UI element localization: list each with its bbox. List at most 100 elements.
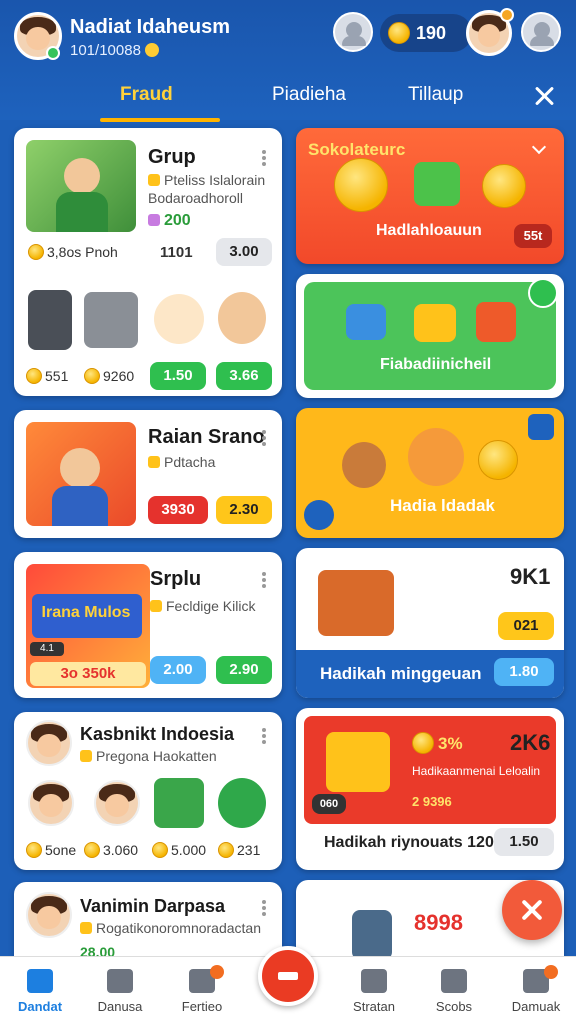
shield-icon xyxy=(218,778,266,828)
big-value: 8998 xyxy=(414,910,463,935)
stat-3: 5.000 xyxy=(152,842,206,858)
item-count-a: 551 xyxy=(26,368,68,384)
nav-scobs[interactable]: Scobs xyxy=(414,957,494,1024)
card-title: Vanimin Darpasa xyxy=(80,896,226,916)
card-caption: Hadikah minggeuan xyxy=(320,664,482,683)
nav-home[interactable]: Dandat xyxy=(0,957,80,1024)
user-id: 101/10088 xyxy=(70,42,159,59)
buy-button-2[interactable]: 3.66 xyxy=(216,362,272,390)
more-options-icon[interactable] xyxy=(262,150,266,166)
group-card[interactable]: Grup Pteliss Islalorain Bodaroadhoroll 2… xyxy=(14,128,282,396)
price-button-red[interactable]: 3930 xyxy=(148,496,208,524)
nav-damuak[interactable]: Damuak xyxy=(496,957,576,1024)
coin-icon xyxy=(388,22,410,44)
coin-icon xyxy=(28,244,44,260)
card-subtitle-2: Bodaroadhoroll xyxy=(148,190,243,206)
card-subtitle: Pdtacha xyxy=(148,454,215,470)
card-title: Raian Srano xyxy=(148,426,265,448)
coin-icon xyxy=(412,732,434,754)
hadikah-minggeuan-card[interactable]: 9K1 021 Hadikah minggeuan 1.80 xyxy=(296,548,564,698)
card-subtitle: Rogatikonoromnoradactan xyxy=(80,920,261,936)
close-icon[interactable] xyxy=(530,82,558,110)
kasbnikt-avatar xyxy=(26,720,72,766)
more-options-icon[interactable] xyxy=(262,430,266,446)
figure-icon xyxy=(352,910,392,960)
reward-amount: 2 9396 xyxy=(412,794,452,809)
more-options-icon[interactable] xyxy=(262,728,266,744)
notification-badge xyxy=(544,965,558,979)
tab-fraud[interactable]: Fraud xyxy=(120,84,173,106)
magnifier-icon xyxy=(414,162,460,206)
heart-icon[interactable] xyxy=(528,414,554,440)
tab-piadieha[interactable]: Piadieha xyxy=(272,84,346,106)
home-icon xyxy=(27,969,53,993)
more-options-icon[interactable] xyxy=(262,900,266,916)
card-title: Grup xyxy=(148,146,196,168)
coin-icon xyxy=(334,158,388,212)
claim-button[interactable]: 1.80 xyxy=(494,658,554,686)
check-icon xyxy=(528,278,558,308)
chevron-down-icon[interactable] xyxy=(531,139,547,155)
stat-1: 5one xyxy=(26,842,76,858)
chat-icon xyxy=(346,304,386,340)
card-title: Srplu xyxy=(150,568,202,590)
member-avatar-2 xyxy=(94,780,140,826)
smile-icon xyxy=(144,43,159,57)
raian-card[interactable]: Raian Srano Pdtacha 3930 2.30 xyxy=(14,410,282,538)
vanimin-avatar xyxy=(26,892,72,938)
claim-button[interactable]: 1.50 xyxy=(494,828,554,856)
sokolateurc-card[interactable]: Sokolateurc Hadlahloauun 55t xyxy=(296,128,564,264)
price-button-yellow[interactable]: 2.30 xyxy=(216,496,272,524)
treasure-chest-icon xyxy=(326,732,390,792)
card-caption: Hadia ldadak xyxy=(390,496,495,515)
cat-icon xyxy=(342,442,386,488)
stat-2: 3.060 xyxy=(84,842,138,858)
edit-icon[interactable] xyxy=(304,500,334,530)
tab-tillaup[interactable]: Tillaup xyxy=(408,84,463,106)
pet-icon xyxy=(361,969,387,993)
more-options-icon[interactable] xyxy=(262,572,266,588)
avatar-icon xyxy=(218,292,266,344)
machine-icon xyxy=(84,292,138,348)
member-avatar-1 xyxy=(28,780,74,826)
tab-indicator xyxy=(100,118,220,122)
card-caption: Fiabadiinicheil xyxy=(380,356,492,373)
gift-box-icon xyxy=(476,302,516,342)
nav-danusa[interactable]: Danusa xyxy=(80,957,160,1024)
price-button[interactable]: 3.00 xyxy=(216,238,272,266)
price-button-blue[interactable]: 2.00 xyxy=(150,656,206,684)
card-subtitle: Pteliss Islalorain xyxy=(148,172,265,188)
fiabadi-card[interactable]: Fiabadiinicheil xyxy=(296,274,564,398)
nav-stratan[interactable]: Stratan xyxy=(334,957,414,1024)
top-value: 9K1 xyxy=(510,564,551,589)
big-value: 2K6 xyxy=(510,730,551,755)
notification-badge xyxy=(210,965,224,979)
member-count: 1101 xyxy=(160,244,193,261)
card-title: Kasbnikt Indoesia xyxy=(80,724,235,744)
group-meta: 3,8os Pnoh xyxy=(28,244,118,260)
badge-icon xyxy=(154,778,204,828)
basket-icon xyxy=(318,570,394,636)
gold-bars-icon xyxy=(414,304,456,342)
price-tag: 021 xyxy=(498,612,554,640)
srplu-card[interactable]: Irana Mulos 4.1 3o 350k Srplu Fecldige K… xyxy=(14,552,282,698)
friends-button[interactable] xyxy=(333,12,373,52)
item-count-b: 9260 xyxy=(84,368,134,384)
center-action-button[interactable] xyxy=(258,946,318,1006)
buy-button-1[interactable]: 1.50 xyxy=(150,362,206,390)
tag: 55t xyxy=(514,224,552,248)
online-status-dot xyxy=(46,46,60,60)
profile-button[interactable] xyxy=(521,12,561,52)
close-floating-button[interactable] xyxy=(502,880,562,940)
price-button-green[interactable]: 2.90 xyxy=(216,656,272,684)
kasbnikt-card[interactable]: Kasbnikt Indoesia Pregona Haokatten 5one… xyxy=(14,712,282,870)
hadia-card[interactable]: Hadia ldadak xyxy=(296,408,564,538)
fox-icon xyxy=(408,428,464,486)
hadikah-riynouats-card[interactable]: 3% 2K6 Hadikaanmenai Leloalin 2 9396 060… xyxy=(296,708,564,870)
coin-balance[interactable]: 190 xyxy=(380,14,472,52)
nav-fertieo[interactable]: Fertieo xyxy=(162,957,242,1024)
notification-badge xyxy=(500,8,514,22)
stat-4: 231 xyxy=(218,842,260,858)
group-thumbnail xyxy=(26,140,136,232)
safe-icon xyxy=(28,290,72,350)
